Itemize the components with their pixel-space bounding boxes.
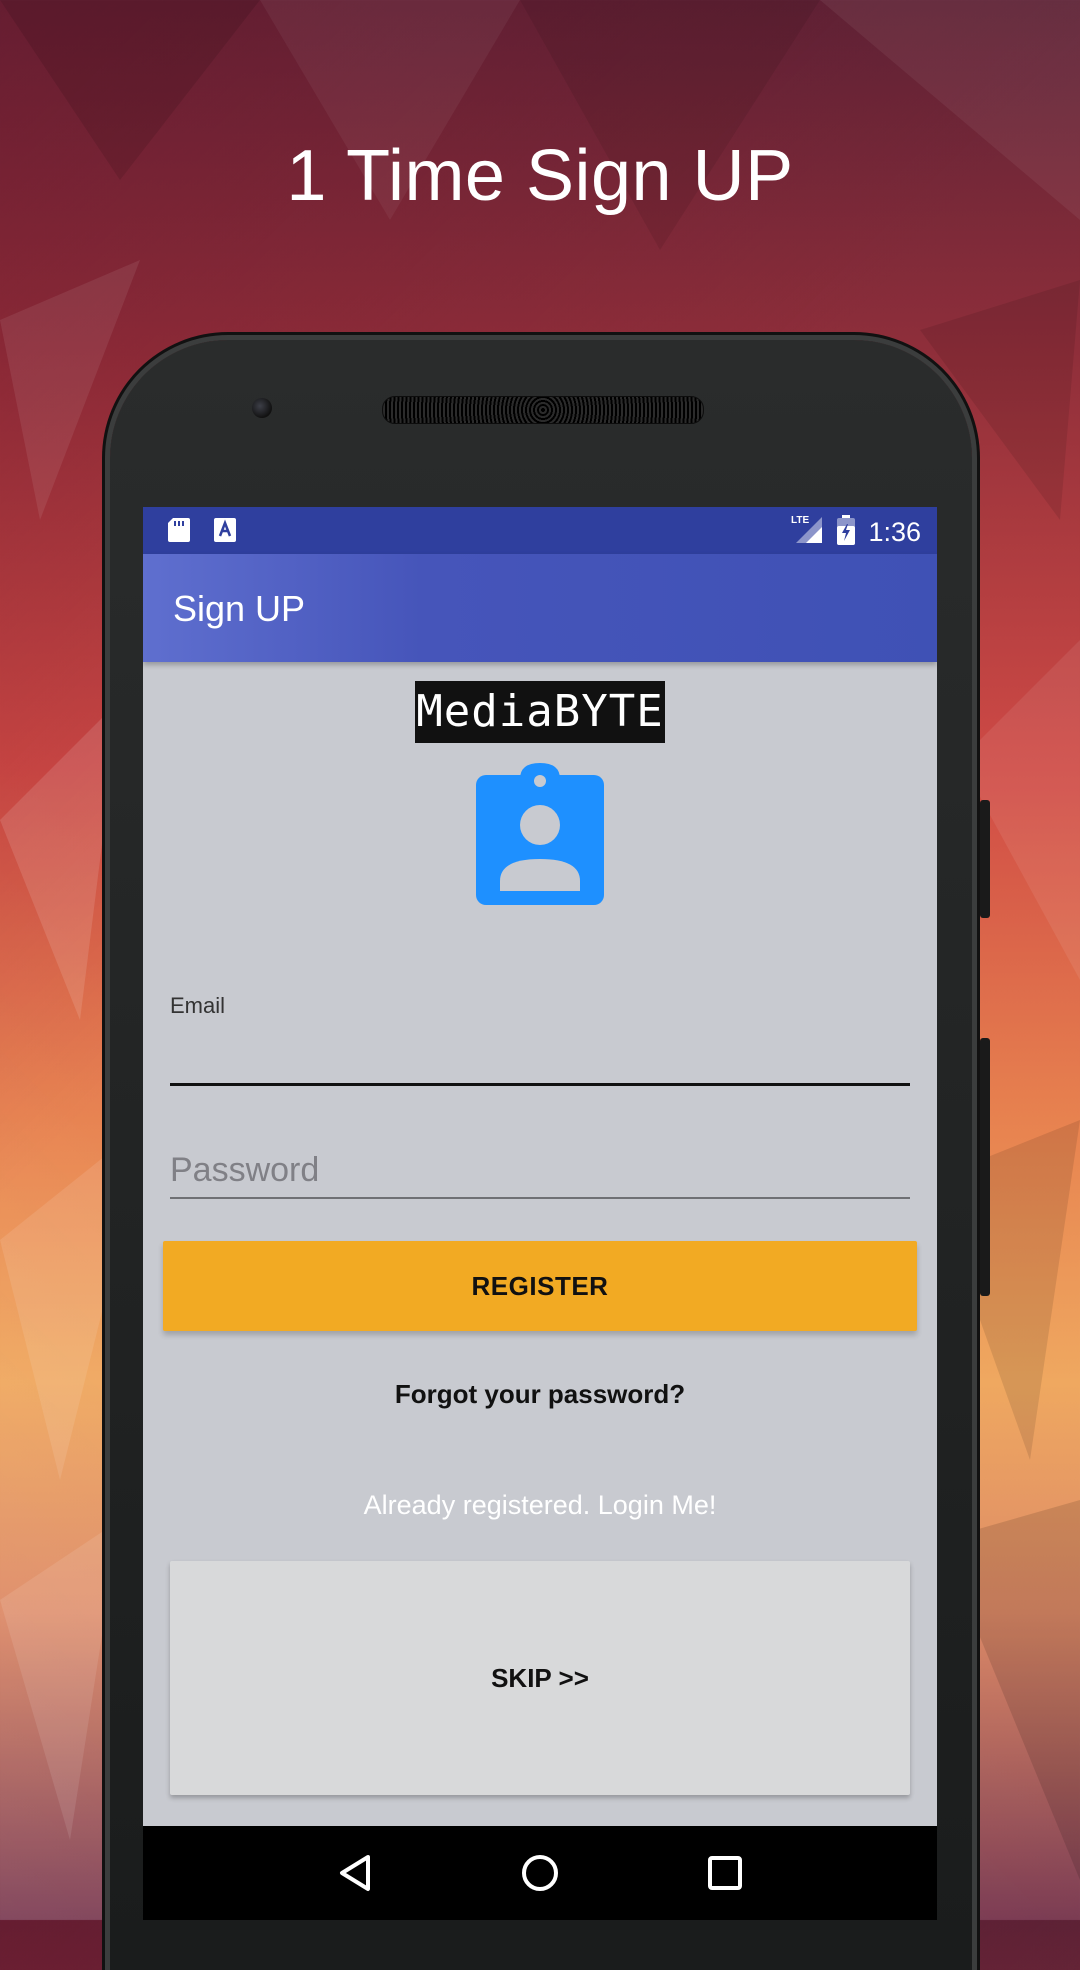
svg-text:LTE: LTE: [791, 515, 809, 526]
app-bar-title: Sign UP: [173, 588, 306, 629]
register-button[interactable]: REGISTER: [163, 1241, 917, 1331]
back-icon[interactable]: [327, 1845, 383, 1901]
phone-side-button-top: [980, 800, 990, 918]
status-left-icons: [167, 517, 237, 548]
brand-logo-text: MediaBYTE: [415, 681, 665, 743]
login-link[interactable]: Already registered. Login Me!: [143, 1490, 937, 1521]
home-icon[interactable]: [512, 1845, 568, 1901]
promo-title: 1 Time Sign UP: [286, 136, 794, 216]
email-input[interactable]: [170, 1027, 910, 1086]
password-input[interactable]: [170, 1143, 910, 1199]
earpiece-speaker: [382, 396, 704, 424]
status-right-icons: LTE 1:36: [790, 513, 921, 552]
battery-charging-icon: [836, 514, 856, 551]
contact-badge-icon: [476, 763, 604, 905]
app-screen: LTE 1:36 Sign UP MediaBYTE Email REGISTE…: [143, 507, 937, 1920]
phone-side-button-bottom: [980, 1038, 990, 1296]
sd-card-icon: [167, 517, 191, 548]
status-bar: LTE 1:36: [143, 507, 937, 554]
font-a-icon: [213, 517, 237, 548]
front-camera: [252, 398, 272, 418]
skip-button[interactable]: SKIP >>: [170, 1561, 910, 1795]
recents-icon[interactable]: [697, 1845, 753, 1901]
app-bar: Sign UP: [143, 554, 937, 662]
navigation-bar: [143, 1826, 937, 1920]
lte-signal-icon: LTE: [790, 513, 824, 552]
forgot-password-link[interactable]: Forgot your password?: [143, 1379, 937, 1410]
status-time: 1:36: [868, 517, 921, 547]
email-label: Email: [170, 993, 226, 1018]
